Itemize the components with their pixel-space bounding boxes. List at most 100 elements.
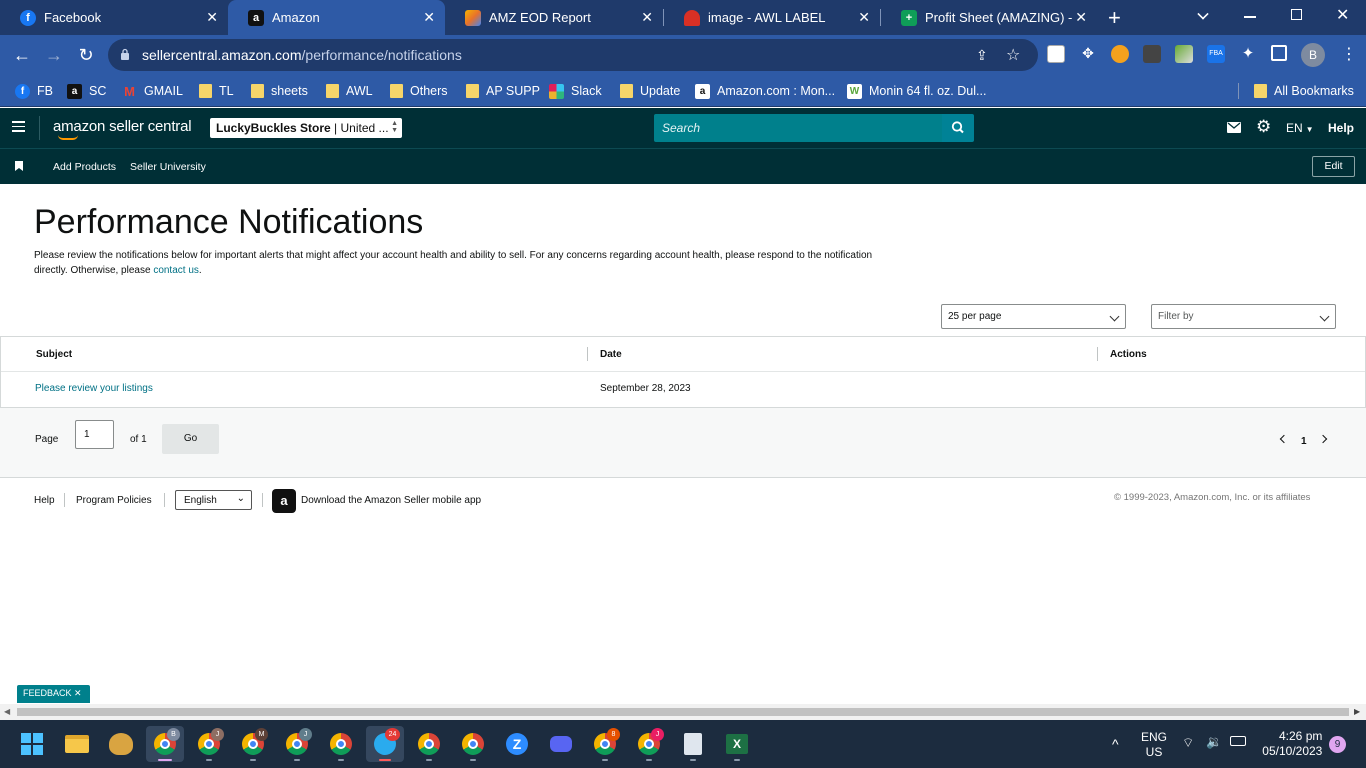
bookmark-fb[interactable]: f FB xyxy=(15,82,53,100)
file-explorer-icon[interactable] xyxy=(58,726,96,762)
taskbar-chrome-b[interactable]: B xyxy=(146,726,184,762)
extension-icon[interactable]: ✥ xyxy=(1079,45,1097,63)
share-icon[interactable]: ⇪ xyxy=(976,47,988,64)
back-icon[interactable]: ← xyxy=(10,43,34,67)
header-help-link[interactable]: Help xyxy=(1328,121,1354,135)
taskbar-discord[interactable] xyxy=(542,726,580,762)
app-mascot-icon[interactable] xyxy=(102,726,140,762)
fba-extension-icon[interactable]: FBA xyxy=(1207,45,1225,63)
taskbar-chrome-m[interactable]: M xyxy=(234,726,272,762)
tab-facebook[interactable]: f Facebook ✕ xyxy=(0,0,228,35)
eyedropper-extension-icon[interactable] xyxy=(1175,45,1193,63)
bookmark-folder-tl[interactable]: TL xyxy=(199,82,234,100)
amazon-app-icon[interactable]: a xyxy=(272,489,296,513)
page-number-input[interactable]: 1 xyxy=(75,420,114,449)
per-page-select[interactable]: 25 per page xyxy=(941,304,1126,329)
footer-program-policies-link[interactable]: Program Policies xyxy=(76,495,152,506)
column-header-date[interactable]: Date xyxy=(600,349,622,360)
bookmark-folder-ap-supp[interactable]: AP SUPP xyxy=(466,82,540,100)
input-language[interactable]: ENG US xyxy=(1141,730,1167,760)
taskbar-chrome[interactable] xyxy=(322,726,360,762)
scroll-left-icon[interactable]: ◀ xyxy=(4,707,10,716)
extension-icon[interactable] xyxy=(1111,45,1129,63)
close-icon[interactable]: ✕ xyxy=(74,688,82,698)
window-close-icon[interactable]: ✕ xyxy=(1336,5,1349,25)
tab-amazon[interactable]: a Amazon ✕ xyxy=(228,0,445,35)
new-tab-button[interactable]: + xyxy=(1108,5,1121,31)
filter-select[interactable]: Filter by xyxy=(1151,304,1336,329)
nav-seller-university[interactable]: Seller University xyxy=(130,161,206,173)
next-page-icon[interactable] xyxy=(1318,434,1328,444)
clock[interactable]: 4:26 pm 05/10/2023 xyxy=(1262,729,1322,759)
bookmark-star-icon[interactable]: ☆ xyxy=(1006,45,1020,65)
extension-icon[interactable] xyxy=(1047,45,1065,63)
restore-icon[interactable] xyxy=(1291,9,1302,20)
taskbar-chrome-j2[interactable]: J xyxy=(278,726,316,762)
taskbar-excel[interactable]: X xyxy=(718,726,756,762)
bookmark-sc[interactable]: a SC xyxy=(67,82,106,100)
tab-profit-sheet[interactable]: + Profit Sheet (AMAZING) - Go ✕ xyxy=(881,0,1097,35)
wifi-icon[interactable]: ⌔ xyxy=(1182,735,1194,751)
go-button[interactable]: Go xyxy=(162,424,219,454)
menu-kebab-icon[interactable]: ⋮ xyxy=(1341,44,1357,64)
nav-add-products[interactable]: Add Products xyxy=(53,161,116,173)
bookmark-folder-others[interactable]: Others xyxy=(390,82,448,100)
mail-icon[interactable] xyxy=(1227,122,1241,133)
taskbar-telegram[interactable]: 24 xyxy=(366,726,404,762)
taskbar-calculator[interactable] xyxy=(674,726,712,762)
bookmark-folder-awl[interactable]: AWL xyxy=(326,82,373,100)
bookmark-monin-dul[interactable]: W Monin 64 fl. oz. Dul... xyxy=(847,82,986,100)
side-panel-icon[interactable] xyxy=(1271,45,1287,61)
bookmark-folder-sheets[interactable]: sheets xyxy=(251,82,308,100)
extensions-puzzle-icon[interactable]: ✦ xyxy=(1239,45,1257,63)
current-page-number[interactable]: 1 xyxy=(1301,436,1307,447)
all-bookmarks[interactable]: All Bookmarks xyxy=(1254,82,1354,100)
footer-help-link[interactable]: Help xyxy=(34,495,55,506)
seller-central-logo[interactable]: amazon seller central xyxy=(53,118,192,135)
minimize-icon[interactable] xyxy=(1244,16,1256,18)
taskbar-chrome-d[interactable] xyxy=(454,726,492,762)
tab-image-awl-label[interactable]: image - AWL LABEL ✕ xyxy=(664,0,880,35)
search-button[interactable] xyxy=(942,114,974,142)
taskbar-zoom[interactable]: Z xyxy=(498,726,536,762)
bookmark-amazon-monin[interactable]: a Amazon.com : Mon... xyxy=(695,82,835,100)
bookmark-slack[interactable]: Slack xyxy=(549,82,602,100)
taskbar-chrome-badge[interactable]: 8 xyxy=(586,726,624,762)
taskbar-chrome-g[interactable] xyxy=(410,726,448,762)
feedback-button[interactable]: FEEDBACK ✕ xyxy=(17,685,90,703)
contact-us-link[interactable]: contact us xyxy=(153,265,199,276)
column-header-subject[interactable]: Subject xyxy=(36,349,72,360)
taskbar-chrome-j3[interactable]: J xyxy=(630,726,668,762)
bookmark-gmail[interactable]: M GMAIL xyxy=(122,82,183,100)
footer-language-select[interactable]: English ⌄ xyxy=(175,490,252,510)
download-app-link[interactable]: Download the Amazon Seller mobile app xyxy=(301,495,481,506)
bookmark-folder-update[interactable]: Update xyxy=(620,82,680,100)
tab-amz-eod-report[interactable]: AMZ EOD Report ✕ xyxy=(445,0,663,35)
bookmark-icon[interactable] xyxy=(15,161,23,171)
scrollbar-thumb[interactable] xyxy=(17,708,1349,716)
language-selector[interactable]: EN ▼ xyxy=(1286,121,1314,135)
forward-icon[interactable]: → xyxy=(42,43,66,67)
previous-page-icon[interactable] xyxy=(1279,434,1289,444)
tab-search-icon[interactable] xyxy=(1197,8,1209,20)
camera-extension-icon[interactable] xyxy=(1143,45,1161,63)
close-icon[interactable]: ✕ xyxy=(1075,9,1087,26)
notification-count-badge[interactable]: 9 xyxy=(1329,736,1346,753)
close-icon[interactable]: ✕ xyxy=(206,9,218,26)
notification-subject-link[interactable]: Please review your listings xyxy=(35,383,153,394)
profile-avatar[interactable]: B xyxy=(1301,43,1325,67)
battery-icon[interactable] xyxy=(1230,736,1246,746)
taskbar-chrome-j[interactable]: J xyxy=(190,726,228,762)
edit-nav-button[interactable]: Edit xyxy=(1312,156,1355,177)
start-button[interactable] xyxy=(13,726,51,762)
reload-icon[interactable]: ↻ xyxy=(74,43,98,67)
close-icon[interactable]: ✕ xyxy=(641,9,653,26)
tray-overflow-chevron-icon[interactable]: ^ xyxy=(1112,736,1119,752)
address-bar[interactable]: sellercentral.amazon.com/performance/not… xyxy=(108,39,1038,71)
scroll-right-icon[interactable]: ▶ xyxy=(1354,707,1360,716)
hamburger-menu-icon[interactable] xyxy=(12,121,25,132)
close-icon[interactable]: ✕ xyxy=(423,9,435,26)
store-selector[interactable]: LuckyBuckles Store | United ... ▲ ▼ xyxy=(210,118,402,138)
close-icon[interactable]: ✕ xyxy=(858,9,870,26)
search-input[interactable]: Search xyxy=(654,114,942,142)
